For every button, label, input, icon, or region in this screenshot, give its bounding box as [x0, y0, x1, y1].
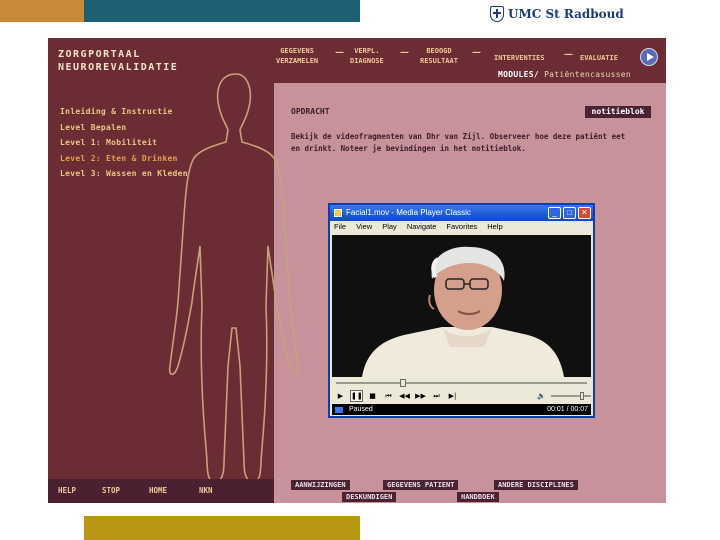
task-text: Bekijk de videofragmenten van Dhr van Zi…	[291, 132, 626, 153]
step-gegevens-verzamelen[interactable]: GEGEVENS VERZAMELEN	[276, 46, 318, 66]
decor-bar-teal	[84, 0, 360, 22]
modules-label: MODULES/	[498, 70, 539, 79]
logo-text: UMC St Radboud	[508, 7, 624, 21]
menu-file[interactable]: File	[334, 221, 346, 233]
step-verpl-diagnose[interactable]: VERPL. DIAGNOSE	[350, 46, 384, 66]
footer-left: HELP STOP HOME NKN	[48, 479, 274, 503]
minimize-icon[interactable]: _	[548, 207, 561, 219]
footer-right: AANWIJZINGEN GEGEVENS PATIENT ANDERE DIS…	[274, 479, 666, 503]
status-icon	[335, 406, 343, 413]
menu-navigate[interactable]: Navigate	[407, 221, 437, 233]
play-icon[interactable]: ▶	[334, 390, 347, 402]
forward-icon[interactable]: ▶▶	[414, 390, 427, 402]
video-frame[interactable]	[332, 235, 591, 377]
next-play-button[interactable]	[640, 48, 658, 66]
step-label: VERPL.	[354, 47, 380, 55]
volume-thumb[interactable]	[579, 391, 584, 400]
step-separator: —	[400, 48, 409, 58]
speaker-icon[interactable]: 🔈	[535, 390, 548, 402]
step-label: VERZAMELEN	[276, 57, 319, 65]
side-menu: Inleiding & Instructie Level Bepalen Lev…	[60, 107, 188, 185]
player-status: Paused	[349, 406, 373, 413]
volume-control: 🔈	[535, 390, 591, 402]
decor-bar-gold	[84, 516, 360, 540]
app-title: ZORGPORTAAL NEUROREVALIDATIE	[58, 48, 178, 74]
menu-item-level-bepalen[interactable]: Level Bepalen	[60, 123, 188, 139]
skip-forward-icon[interactable]: ⏭	[430, 390, 443, 402]
step-label: DIAGNOSE	[350, 57, 384, 65]
task-heading: OPDRACHT	[291, 107, 330, 116]
step-separator: —	[472, 48, 481, 58]
maximize-icon[interactable]: □	[563, 207, 576, 219]
step-separator: —	[564, 50, 573, 60]
tab-gegevens-patient[interactable]: GEGEVENS PATIENT	[383, 480, 459, 490]
stop-button[interactable]: STOP	[102, 486, 120, 495]
menu-item-level-1[interactable]: Level 1: Mobiliteit	[60, 138, 188, 154]
home-button[interactable]: HOME	[149, 486, 167, 495]
media-player-window: Facial1.mov - Media Player Classic _ □ ✕…	[328, 203, 595, 418]
player-titlebar[interactable]: Facial1.mov - Media Player Classic _ □ ✕	[330, 205, 593, 221]
tab-handboek[interactable]: HANDBOEK	[457, 492, 499, 502]
menu-favorites[interactable]: Favorites	[446, 221, 477, 233]
modules-value[interactable]: Patiëntencasussen	[544, 70, 631, 79]
tab-andere-disciplines[interactable]: ANDERE DISCIPLINES	[494, 480, 578, 490]
step-evaluatie[interactable]: EVALUATIE	[580, 53, 618, 63]
umc-logo: UMC St Radboud	[490, 6, 624, 22]
step-label: BEOOGD	[426, 47, 452, 55]
menu-play[interactable]: Play	[382, 221, 397, 233]
player-app-icon	[334, 209, 342, 217]
skip-back-icon[interactable]: ⏮	[382, 390, 395, 402]
player-time: 00:01 / 00:07	[547, 406, 588, 413]
notes-button[interactable]: notitieblok	[585, 106, 651, 118]
step-separator: —	[335, 48, 344, 58]
app-title-line1: ZORGPORTAAL	[58, 49, 141, 60]
volume-slider[interactable]	[551, 391, 591, 400]
menu-item-level-3[interactable]: Level 3: Wassen en Kleden	[60, 169, 188, 185]
step-label: GEGEVENS	[280, 47, 314, 55]
stop-icon[interactable]: ■	[366, 390, 379, 402]
player-title: Facial1.mov - Media Player Classic	[346, 208, 471, 217]
help-button[interactable]: HELP	[58, 486, 76, 495]
player-menubar: File View Play Navigate Favorites Help	[330, 221, 593, 233]
step-label: INTERVENTIES	[494, 54, 545, 62]
tab-deskundigen[interactable]: DESKUNDIGEN	[342, 492, 397, 502]
app-window: ZORGPORTAAL NEUROREVALIDATIE Inleiding &…	[48, 38, 666, 503]
window-buttons: _ □ ✕	[548, 207, 591, 219]
modules-breadcrumb: MODULES/ Patiëntencasussen	[498, 70, 631, 79]
menu-item-level-2[interactable]: Level 2: Eten & Drinken	[60, 154, 188, 170]
frame-step-icon[interactable]: ▶|	[446, 390, 459, 402]
step-label: EVALUATIE	[580, 54, 618, 62]
seek-bar[interactable]	[336, 379, 587, 387]
rewind-icon[interactable]: ◀◀	[398, 390, 411, 402]
step-beoogd-resultaat[interactable]: BEOOGD RESULTAAT	[420, 46, 458, 66]
video-still-image	[332, 235, 591, 377]
nkn-button[interactable]: NKN	[199, 486, 213, 495]
step-interventies[interactable]: INTERVENTIES	[494, 53, 545, 63]
app-title-line2: NEUROREVALIDATIE	[58, 62, 179, 73]
close-icon[interactable]: ✕	[578, 207, 591, 219]
pause-icon[interactable]: ❚❚	[350, 389, 363, 402]
seek-thumb[interactable]	[399, 379, 406, 387]
seek-track	[336, 382, 587, 384]
menu-item-inleiding[interactable]: Inleiding & Instructie	[60, 107, 188, 123]
step-label: RESULTAAT	[420, 57, 458, 65]
crest-icon	[490, 6, 504, 22]
tab-aanwijzingen[interactable]: AANWIJZINGEN	[291, 480, 350, 490]
player-controls: ▶ ❚❚ ■ ⏮ ◀◀ ▶▶ ⏭ ▶| 🔈	[334, 389, 591, 402]
decor-bar-orange	[0, 0, 84, 22]
menu-view[interactable]: View	[356, 221, 372, 233]
menu-help[interactable]: Help	[487, 221, 502, 233]
player-statusbar: Paused 00:01 / 00:07	[332, 404, 591, 415]
